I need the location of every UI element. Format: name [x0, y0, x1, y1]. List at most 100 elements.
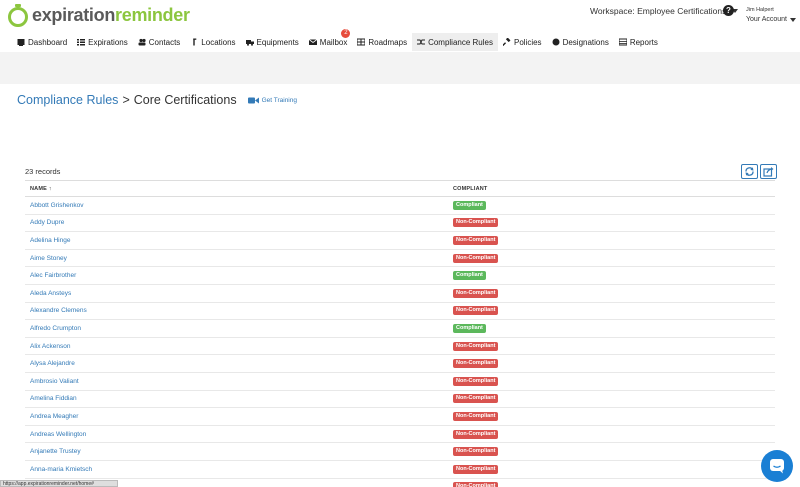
help-icon[interactable]: ?	[723, 5, 734, 16]
table-icon	[618, 38, 627, 46]
envelope-icon	[308, 39, 317, 45]
compliance-cell: Non-Compliant	[448, 372, 775, 391]
sort-asc-icon: ↑	[48, 185, 52, 192]
nav-item-label: Mailbox	[319, 37, 348, 47]
compliance-cell: Non-Compliant	[448, 407, 775, 426]
table-row: Alfredo Crumpton Compliant	[25, 319, 775, 338]
compliance-cell: Non-Compliant	[448, 460, 775, 479]
workspace-dropdown[interactable]: Workspace: Employee Certifications	[590, 6, 739, 16]
contact-name-link[interactable]: Amelina Fiddian	[25, 390, 448, 409]
chevron-down-icon	[790, 17, 796, 22]
table-row: Aime Stoney Non-Compliant	[25, 249, 775, 268]
nav-item-policies[interactable]: Policies	[498, 33, 547, 51]
compliance-cell: Compliant	[448, 319, 775, 338]
contact-name-link[interactable]: Aime Stoney	[25, 249, 448, 268]
compliance-cell: Non-Compliant	[448, 425, 775, 444]
nav-item-expirations[interactable]: Expirations	[72, 33, 133, 51]
table-header-row: NAME ↑ COMPLIANT	[25, 180, 775, 197]
main-nav: Dashboard Expirations Contacts Locations Equ…	[12, 29, 663, 51]
nav-item-mailbox[interactable]: Mailbox 2	[304, 29, 353, 51]
nav-item-label: Compliance Rules	[428, 37, 493, 47]
account-dropdown[interactable]: Your Account	[746, 16, 796, 23]
nav-item-label: Locations	[201, 37, 236, 47]
records-count: 23 records	[25, 167, 61, 176]
table-row: Addy Dupre Non-Compliant	[25, 214, 775, 233]
status-badge: Non-Compliant	[453, 235, 499, 245]
compliance-cell: Non-Compliant	[448, 231, 775, 250]
contact-name-link[interactable]: Alexandre Clemens	[25, 302, 448, 321]
workspace-label: Workspace: Employee Certifications	[590, 6, 727, 16]
table-row: Alix Ackenson Non-Compliant	[25, 337, 775, 356]
contact-name-link[interactable]: Anjanette Trustey	[25, 442, 448, 461]
page-banner	[0, 52, 800, 84]
contact-name-link[interactable]: Addy Dupre	[25, 214, 448, 233]
list-icon	[77, 39, 86, 46]
chat-launcher-button[interactable]	[761, 450, 793, 482]
status-badge: Non-Compliant	[453, 394, 499, 404]
nav-item-label: Dashboard	[28, 37, 68, 47]
table-row: Andreas Wellington Non-Compliant	[25, 425, 775, 444]
share-icon	[763, 167, 774, 177]
compliance-cell: Non-Compliant	[448, 442, 775, 461]
status-badge: Non-Compliant	[453, 341, 499, 351]
contact-name-link[interactable]: Alfredo Crumpton	[25, 319, 448, 338]
column-header-compliant[interactable]: COMPLIANT	[448, 180, 775, 197]
contact-name-link[interactable]: Ambrosio Valiant	[25, 372, 448, 391]
status-badge: Non-Compliant	[453, 447, 499, 457]
contact-name-link[interactable]: Alix Ackenson	[25, 337, 448, 356]
contact-name-link[interactable]: Andrea Meagher	[25, 407, 448, 426]
nav-item-roadmaps[interactable]: Roadmaps	[352, 33, 412, 51]
table-row: Adelina Hinge Non-Compliant	[25, 231, 775, 250]
nav-item-reports[interactable]: Reports	[614, 33, 663, 51]
nav-item-locations[interactable]: Locations	[185, 33, 240, 51]
page-title: Core Certifications	[133, 93, 237, 107]
export-button[interactable]	[760, 164, 777, 179]
nav-item-designations[interactable]: Designations	[547, 33, 614, 51]
compliance-cell: Compliant	[448, 266, 775, 285]
contact-name-link[interactable]: Alysa Alejandre	[25, 354, 448, 373]
compliance-cell: Non-Compliant	[448, 337, 775, 356]
contact-name-link[interactable]: Alec Fairbrother	[25, 266, 448, 285]
logo-text: expirationreminder	[32, 4, 190, 25]
users-icon	[138, 38, 146, 46]
status-badge: Compliant	[453, 323, 486, 333]
compliance-cell: Non-Compliant	[448, 354, 775, 373]
truck-icon	[245, 40, 254, 46]
roadmap-icon	[357, 38, 366, 46]
nav-item-label: Reports	[629, 37, 658, 47]
status-badge: Non-Compliant	[453, 482, 499, 487]
expirationreminder-logo[interactable]: expirationreminder	[7, 3, 190, 27]
table-row: Anjanette Trustey Non-Compliant	[25, 442, 775, 461]
nav-item-dashboard[interactable]: Dashboard	[12, 33, 72, 51]
gavel-icon	[502, 38, 511, 46]
certificate-icon	[552, 38, 560, 46]
nav-item-compliance-rules[interactable]: Compliance Rules	[412, 33, 498, 51]
status-badge: Non-Compliant	[453, 359, 499, 369]
nav-item-label: Policies	[513, 37, 542, 47]
dashboard-icon	[17, 39, 25, 46]
nav-item-label: Expirations	[88, 37, 128, 47]
nav-item-equipments[interactable]: Equipments	[241, 33, 304, 51]
table-row: Alec Fairbrother Compliant	[25, 266, 775, 285]
compliance-cell: Compliant	[448, 196, 775, 215]
nav-item-contacts[interactable]: Contacts	[133, 33, 186, 51]
get-training-link[interactable]: Get Training	[247, 96, 297, 104]
contact-name-link[interactable]: Abbott Grishenkov	[25, 196, 448, 215]
breadcrumb-compliance-rules[interactable]: Compliance Rules	[17, 93, 118, 107]
get-training-label: Get Training	[261, 96, 297, 104]
chat-icon	[770, 459, 784, 474]
contact-name-link[interactable]: Anna-maria Kmietsch	[25, 460, 448, 479]
nav-item-label: Designations	[562, 37, 609, 47]
contact-name-link[interactable]: Andreas Wellington	[25, 425, 448, 444]
contact-name-link[interactable]: Aleda Ansteys	[25, 284, 448, 303]
nav-item-label: Equipments	[256, 37, 299, 47]
user-name: Jim Halpert	[746, 7, 774, 13]
compliance-table: NAME ↑ COMPLIANT Abbott Grishenkov Compli…	[25, 180, 775, 487]
table-row: Ambrosio Valiant Non-Compliant	[25, 372, 775, 391]
refresh-button[interactable]	[741, 164, 758, 179]
table-row: Andrea Meagher Non-Compliant	[25, 407, 775, 426]
table-row: Alysa Alejandre Non-Compliant	[25, 354, 775, 373]
contact-name-link[interactable]: Adelina Hinge	[25, 231, 448, 250]
column-header-name[interactable]: NAME ↑	[25, 180, 448, 197]
compliance-cell: Non-Compliant	[448, 302, 775, 321]
